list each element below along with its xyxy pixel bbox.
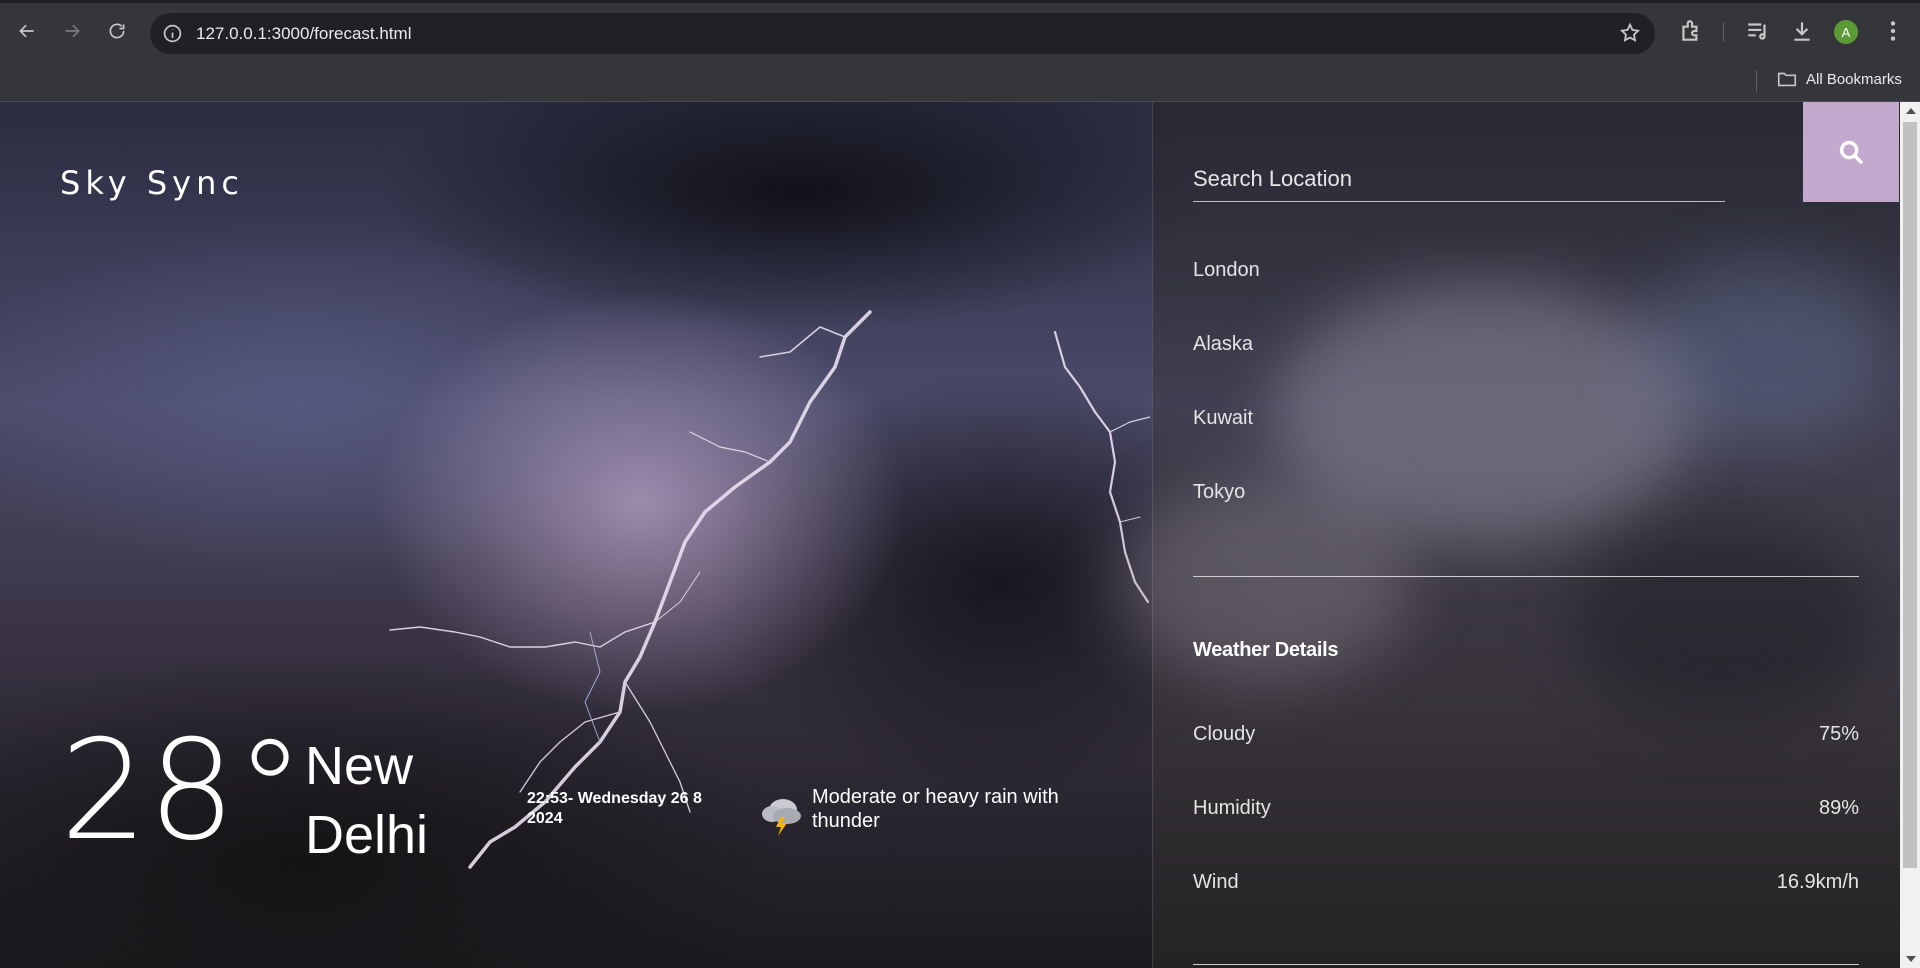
media-controls-icon[interactable] xyxy=(1745,18,1771,44)
detail-label: Humidity xyxy=(1193,797,1271,819)
forward-button[interactable] xyxy=(57,16,87,46)
bookmarks-bar: All Bookmarks xyxy=(0,60,1920,102)
bookmark-star-icon[interactable] xyxy=(1619,22,1641,44)
current-temperature: 28° xyxy=(60,722,305,860)
weather-condition: Moderate or heavy rain with thunder xyxy=(812,786,1059,832)
menu-kebab-icon[interactable] xyxy=(1880,18,1906,44)
arrow-right-icon xyxy=(65,24,80,38)
all-bookmarks-button[interactable]: All Bookmarks xyxy=(1776,68,1902,90)
browser-chrome: 127.0.0.1:3000/forecast.html A All Bookm… xyxy=(0,0,1920,102)
back-button[interactable] xyxy=(12,16,42,46)
location-list: London Alaska Kuwait Tokyo xyxy=(1193,260,1260,556)
toolbar-separator xyxy=(1723,22,1724,42)
download-icon[interactable] xyxy=(1789,18,1815,44)
bookmarks-separator xyxy=(1756,70,1757,92)
panel-background-blur xyxy=(1573,522,1873,722)
location-item-kuwait[interactable]: Kuwait xyxy=(1193,408,1260,482)
app-brand-title: Sky Sync xyxy=(60,164,244,202)
extensions-icon[interactable] xyxy=(1678,18,1704,44)
scrollbar-thumb[interactable] xyxy=(1903,122,1917,868)
arrow-left-icon xyxy=(19,24,34,38)
section-divider-bottom xyxy=(1193,964,1859,965)
browser-toolbar: 127.0.0.1:3000/forecast.html A xyxy=(0,0,1920,60)
address-bar[interactable]: 127.0.0.1:3000/forecast.html xyxy=(150,13,1655,54)
side-panel: London Alaska Kuwait Tokyo Weather Detai… xyxy=(1113,102,1900,968)
detail-row-wind: Wind 16.9km/h xyxy=(1193,871,1859,894)
location-item-london[interactable]: London xyxy=(1193,260,1260,334)
location-item-tokyo[interactable]: Tokyo xyxy=(1193,482,1260,556)
detail-row-cloudy: Cloudy 75% xyxy=(1193,723,1859,746)
folder-icon xyxy=(1777,72,1797,87)
all-bookmarks-label: All Bookmarks xyxy=(1806,70,1902,88)
location-item-alaska[interactable]: Alaska xyxy=(1193,334,1260,408)
detail-label: Cloudy xyxy=(1193,723,1256,745)
page-scrollbar[interactable] xyxy=(1900,102,1920,968)
search-icon xyxy=(1839,140,1863,164)
detail-row-humidity: Humidity 89% xyxy=(1193,797,1859,820)
section-divider xyxy=(1193,576,1859,577)
reload-button[interactable] xyxy=(102,16,132,46)
search-button[interactable] xyxy=(1803,102,1899,202)
detail-value: 89% xyxy=(1818,797,1859,819)
url-text[interactable]: 127.0.0.1:3000/forecast.html xyxy=(196,24,411,44)
search-input[interactable] xyxy=(1193,160,1725,198)
site-info-icon[interactable] xyxy=(162,23,183,44)
detail-value: 75% xyxy=(1818,723,1859,745)
temperature-value: 28 xyxy=(60,710,236,871)
scroll-up-arrow-icon[interactable] xyxy=(1906,108,1916,114)
weather-details-title: Weather Details xyxy=(1193,639,1339,661)
detail-label: Wind xyxy=(1193,871,1239,893)
panel-background-blur xyxy=(1633,262,1893,442)
detail-value: 16.9km/h xyxy=(1776,871,1859,893)
weather-page: Sky Sync 28° New Delhi 22:53- Wednesday … xyxy=(0,102,1920,968)
reload-icon xyxy=(109,23,125,39)
thunder-rain-cloud-icon xyxy=(762,799,801,836)
current-datetime: 22:53- Wednesday 26 8 2024 xyxy=(527,790,702,827)
profile-avatar[interactable]: A xyxy=(1834,20,1858,44)
degree-symbol: ° xyxy=(235,710,305,871)
search-location-field xyxy=(1193,160,1725,202)
city-name: New Delhi xyxy=(305,736,429,865)
scroll-down-arrow-icon[interactable] xyxy=(1906,956,1916,962)
